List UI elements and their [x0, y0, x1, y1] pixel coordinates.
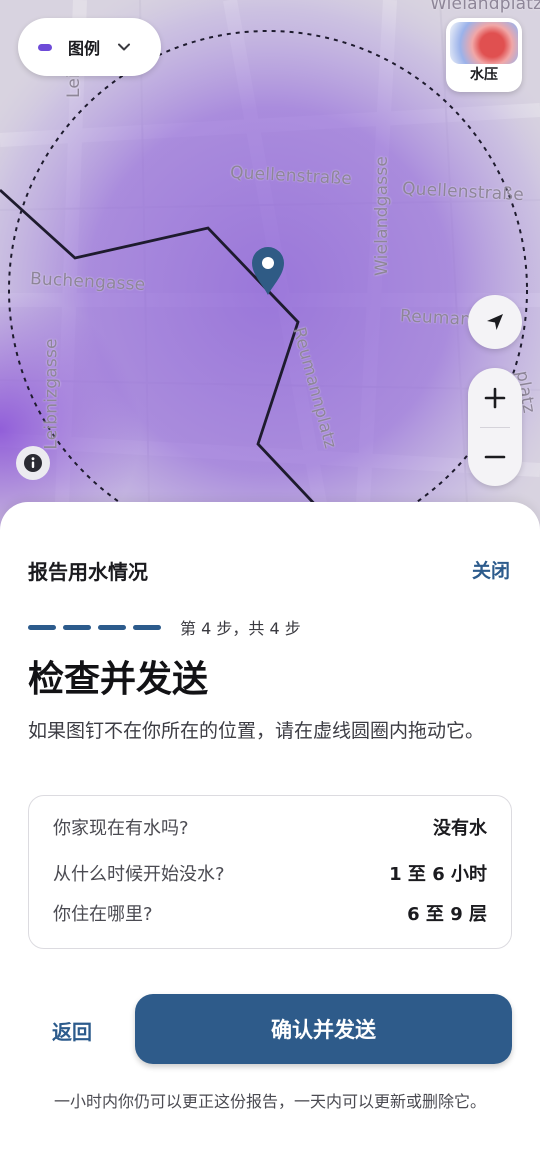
water-pressure-layer-thumbnail — [450, 22, 518, 64]
my-location-button[interactable] — [468, 295, 522, 349]
street-label: Wielandgasse — [372, 155, 393, 277]
sheet-title: 报告用水情况 — [28, 560, 148, 584]
summary-answer: 6 至 9 层 — [407, 904, 487, 925]
street-label: Reuman — [399, 306, 472, 330]
summary-question: 你家现在有水吗? — [53, 818, 189, 839]
summary-row: 从什么时候开始没水? 1 至 6 小时 — [53, 858, 487, 888]
step-progress: 第 4 步，共 4 步 — [28, 615, 301, 639]
summary-row: 你住在哪里? 6 至 9 层 — [53, 898, 487, 928]
step-indicator — [28, 624, 56, 630]
summary-question: 从什么时候开始没水? — [53, 864, 225, 885]
layer-label: 水压 — [470, 67, 498, 83]
instruction-text: 如果图钉不在你所在的位置，请在虚线圆圈内拖动它。 — [28, 720, 485, 742]
layer-toggle-button[interactable]: 水压 — [446, 18, 522, 92]
step-counter-text: 第 4 步，共 4 步 — [180, 619, 301, 638]
step-indicator — [63, 624, 91, 630]
minus-icon — [484, 455, 506, 458]
map-info-button[interactable] — [16, 446, 50, 480]
edit-policy-note: 一小时内你仍可以更正这份报告，一天内可以更新或删除它。 — [53, 1092, 486, 1111]
zoom-controls — [468, 368, 522, 486]
zoom-out-button[interactable] — [468, 427, 522, 486]
navigation-arrow-icon — [487, 314, 503, 330]
info-icon — [24, 454, 42, 472]
zoom-in-button[interactable] — [468, 368, 522, 427]
chevron-down-icon — [118, 43, 131, 51]
step-indicator — [133, 624, 161, 630]
page-heading: 检查并发送 — [28, 659, 209, 700]
report-bottom-sheet: 报告用水情况 关闭 第 4 步，共 4 步 检查并发送 如果图钉不在你所在的位置… — [0, 502, 540, 1169]
legend-button[interactable]: 图例 — [18, 18, 161, 76]
street-label: Wielandplatz — [430, 0, 540, 14]
back-button[interactable]: 返回 — [52, 1016, 92, 1045]
plus-icon — [484, 387, 506, 408]
confirm-send-button[interactable]: 确认并发送 — [135, 994, 512, 1064]
step-indicator — [98, 624, 126, 630]
summary-answer: 1 至 6 小时 — [389, 864, 487, 885]
summary-question: 你住在哪里? — [53, 904, 153, 925]
legend-color-swatch — [38, 43, 52, 51]
summary-answer: 没有水 — [433, 818, 487, 839]
map-view[interactable]: Wielandplatz Quellenstraße Quellenstraße… — [0, 0, 540, 560]
legend-label: 图例 — [68, 39, 101, 58]
close-button[interactable]: 关闭 — [472, 556, 510, 583]
answer-summary-card: 你家现在有水吗? 没有水 从什么时候开始没水? 1 至 6 小时 你住在哪里? … — [28, 795, 512, 949]
street-label: Leibnizgasse — [41, 338, 62, 450]
summary-row: 你家现在有水吗? 没有水 — [53, 812, 487, 842]
